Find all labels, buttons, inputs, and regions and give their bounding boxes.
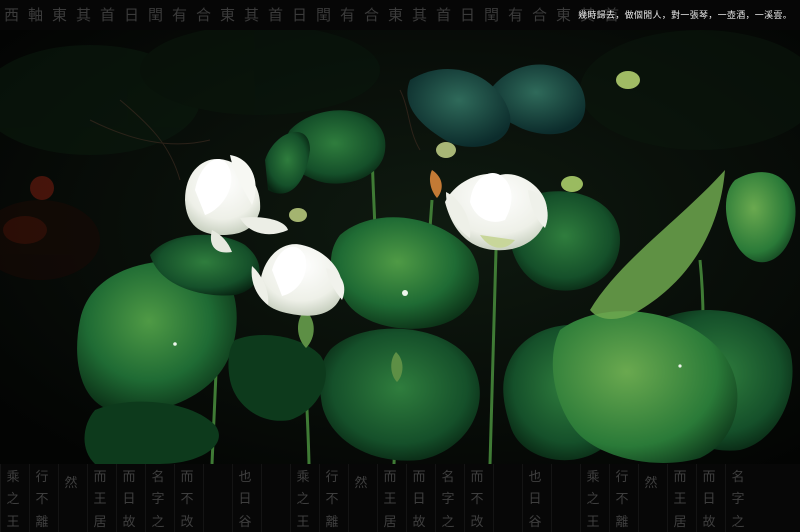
calligraphy-char: 也 bbox=[528, 469, 542, 485]
calligraphy-char: 故 bbox=[702, 515, 716, 531]
calligraphy-char: 字 bbox=[151, 492, 165, 508]
calligraphy-column: 乘之王 bbox=[0, 464, 25, 532]
calligraphy-char: 離 bbox=[35, 515, 49, 531]
calligraphy-char: 而 bbox=[702, 469, 716, 485]
calligraphy-char: 然 bbox=[354, 476, 368, 492]
calligraphy-column: 行不離 bbox=[29, 464, 54, 532]
photo-frame: 西軸東其首日閏有合東其首日閏有合東其首日閏有合東其首 幾時歸去，做個閒人，對一張… bbox=[0, 0, 800, 532]
calligraphy-char: 不 bbox=[325, 492, 339, 508]
calligraphy-column: 也日谷 bbox=[232, 464, 257, 532]
calligraphy-char: 名 bbox=[441, 469, 455, 485]
calligraphy-char: 居 bbox=[673, 515, 687, 531]
calligraphy-char: 之 bbox=[296, 492, 310, 508]
calligraphy-char: 乘 bbox=[296, 469, 310, 485]
calligraphy-char: 王 bbox=[296, 515, 310, 531]
calligraphy-column: 而不改 bbox=[174, 464, 199, 532]
calligraphy-char: 而 bbox=[383, 469, 397, 485]
calligraphy-char: 之 bbox=[586, 492, 600, 508]
calligraphy-char: 而 bbox=[673, 469, 687, 485]
calligraphy-column bbox=[551, 464, 576, 532]
calligraphy-columns: 乘之王行不離然而王居而日故名字之而不改 也日谷 乘之王行不離然而王居而日故名字之… bbox=[0, 464, 800, 532]
calligraphy-char: 名 bbox=[731, 469, 745, 485]
calligraphy-char: 王 bbox=[673, 492, 687, 508]
calligraphy-char: 而 bbox=[412, 469, 426, 485]
calligraphy-column: 然 bbox=[58, 464, 83, 532]
calligraphy-char: 然 bbox=[64, 476, 78, 492]
calligraphy-column: 而日故 bbox=[116, 464, 141, 532]
calligraphy-column bbox=[493, 464, 518, 532]
calligraphy-char: 故 bbox=[122, 515, 136, 531]
calligraphy-char: 王 bbox=[383, 492, 397, 508]
calligraphy-column: 而不改 bbox=[464, 464, 489, 532]
calligraphy-char: 日 bbox=[122, 492, 136, 508]
calligraphy-column: 而王居 bbox=[87, 464, 112, 532]
calligraphy-char: 名 bbox=[151, 469, 165, 485]
calligraphy-char: 之 bbox=[731, 515, 745, 531]
calligraphy-char: 改 bbox=[470, 515, 484, 531]
calligraphy-char: 居 bbox=[93, 515, 107, 531]
calligraphy-char: 而 bbox=[122, 469, 136, 485]
calligraphy-column: 然 bbox=[348, 464, 373, 532]
calligraphy-char: 日 bbox=[528, 492, 542, 508]
calligraphy-char: 離 bbox=[325, 515, 339, 531]
calligraphy-char: 不 bbox=[615, 492, 629, 508]
calligraphy-char: 不 bbox=[180, 492, 194, 508]
calligraphy-char: 王 bbox=[586, 515, 600, 531]
calligraphy-char: 谷 bbox=[238, 515, 252, 531]
calligraphy-char: 而 bbox=[93, 469, 107, 485]
calligraphy-column: 然 bbox=[638, 464, 663, 532]
calligraphy-char: 行 bbox=[615, 469, 629, 485]
calligraphy-char: 不 bbox=[35, 492, 49, 508]
calligraphy-char: 而 bbox=[470, 469, 484, 485]
lotus-illustration bbox=[0, 30, 800, 464]
lotus-pond-scene bbox=[0, 30, 800, 464]
calligraphy-char: 故 bbox=[412, 515, 426, 531]
calligraphy-char: 王 bbox=[6, 515, 20, 531]
calligraphy-column: 而日故 bbox=[696, 464, 721, 532]
calligraphy-char: 然 bbox=[644, 476, 658, 492]
calligraphy-char: 離 bbox=[615, 515, 629, 531]
calligraphy-char: 日 bbox=[238, 492, 252, 508]
calligraphy-column: 而日故 bbox=[406, 464, 431, 532]
poem-caption: 幾時歸去，做個閒人，對一張琴，一壺酒，一溪雲。 bbox=[578, 11, 792, 21]
calligraphy-char: 日 bbox=[702, 492, 716, 508]
calligraphy-column: 行不離 bbox=[609, 464, 634, 532]
calligraphy-column: 行不離 bbox=[319, 464, 344, 532]
calligraphy-char: 行 bbox=[325, 469, 339, 485]
calligraphy-column: 而王居 bbox=[377, 464, 402, 532]
calligraphy-column: 名字之 bbox=[435, 464, 460, 532]
calligraphy-char: 王 bbox=[93, 492, 107, 508]
calligraphy-char: 日 bbox=[412, 492, 426, 508]
calligraphy-column: 也日谷 bbox=[522, 464, 547, 532]
calligraphy-char: 不 bbox=[470, 492, 484, 508]
calligraphy-column bbox=[261, 464, 286, 532]
calligraphy-char: 字 bbox=[441, 492, 455, 508]
top-strip-text: 西軸東其首日閏有合東其首日閏有合東其首日閏有合東其首 bbox=[4, 6, 629, 24]
calligraphy-char: 字 bbox=[731, 492, 745, 508]
calligraphy-char: 也 bbox=[238, 469, 252, 485]
calligraphy-column: 名字之 bbox=[145, 464, 170, 532]
calligraphy-column: 乘之王 bbox=[580, 464, 605, 532]
calligraphy-char: 谷 bbox=[528, 515, 542, 531]
bottom-calligraphy-strip: 乘之王行不離然而王居而日故名字之而不改 也日谷 乘之王行不離然而王居而日故名字之… bbox=[0, 464, 800, 532]
calligraphy-char: 行 bbox=[35, 469, 49, 485]
calligraphy-column: 而王居 bbox=[667, 464, 692, 532]
calligraphy-char: 之 bbox=[6, 492, 20, 508]
calligraphy-char: 之 bbox=[441, 515, 455, 531]
calligraphy-char: 乘 bbox=[586, 469, 600, 485]
calligraphy-column bbox=[203, 464, 228, 532]
calligraphy-column: 名字之 bbox=[725, 464, 750, 532]
calligraphy-column: 乘之王 bbox=[290, 464, 315, 532]
calligraphy-char: 之 bbox=[151, 515, 165, 531]
calligraphy-char: 居 bbox=[383, 515, 397, 531]
calligraphy-char: 而 bbox=[180, 469, 194, 485]
calligraphy-char: 改 bbox=[180, 515, 194, 531]
calligraphy-char: 乘 bbox=[6, 469, 20, 485]
